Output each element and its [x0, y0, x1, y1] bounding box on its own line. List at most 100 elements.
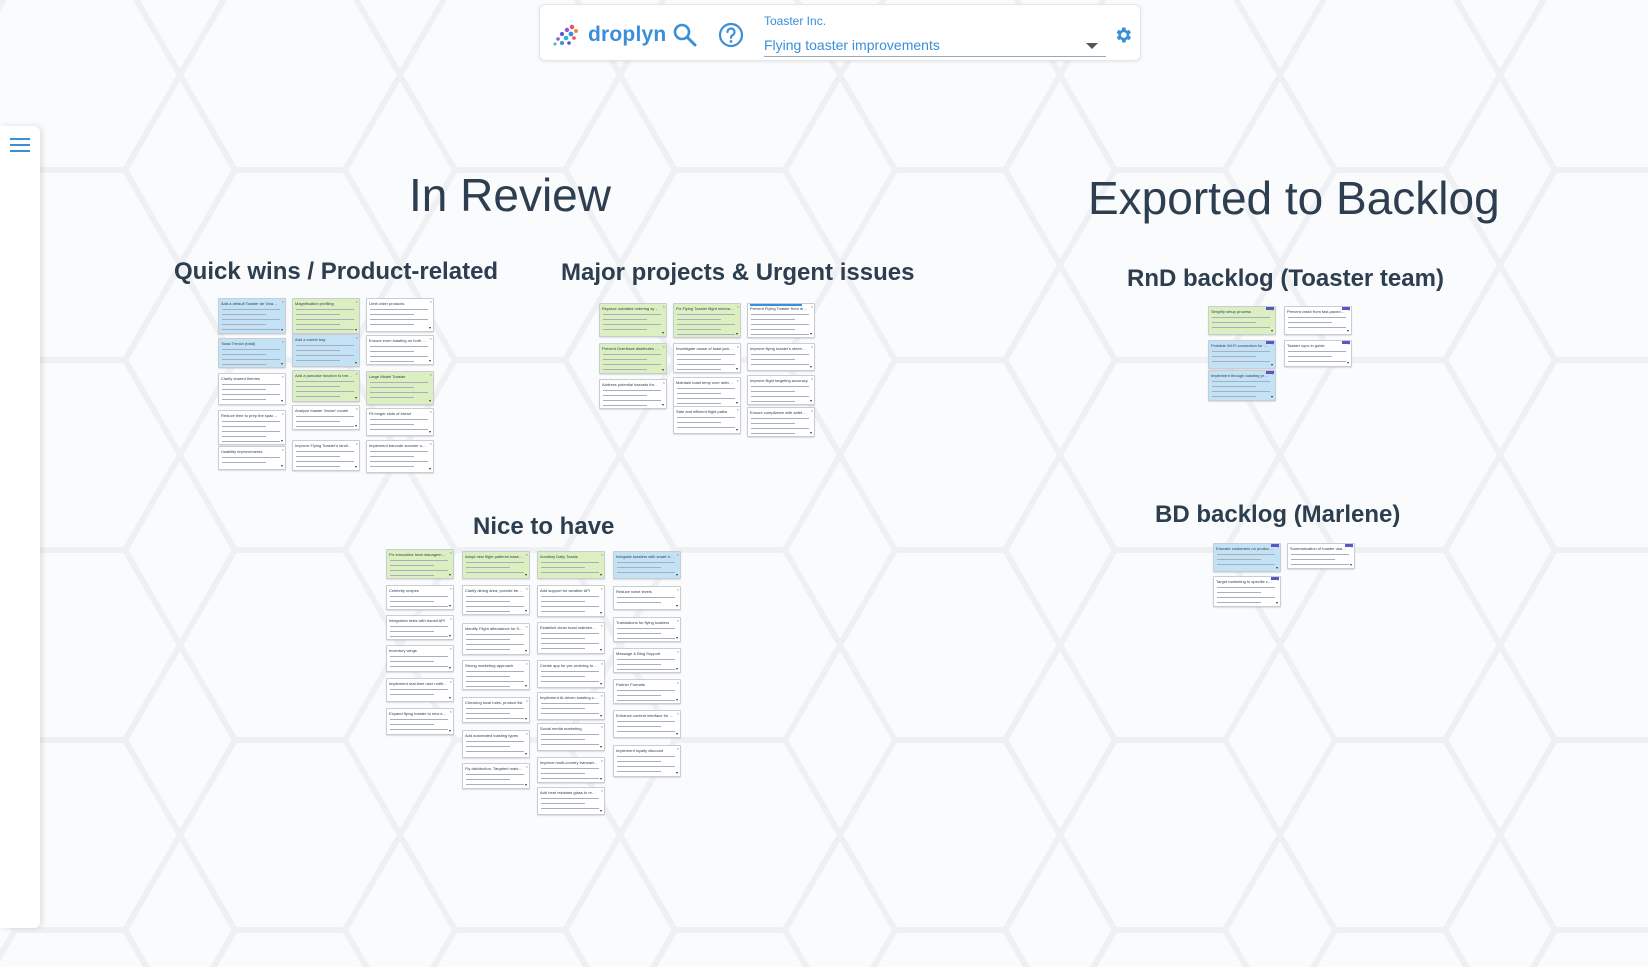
chevron-down-icon[interactable]: ▾ [1271, 363, 1273, 367]
chevron-down-icon[interactable]: ▾ [600, 573, 602, 577]
chevron-down-icon[interactable]: ▾ [525, 649, 527, 653]
idea-card[interactable]: Add automated toasting types × ▾ [462, 730, 530, 758]
chevron-down-icon[interactable]: ▾ [1271, 329, 1273, 333]
close-icon[interactable]: × [1351, 545, 1353, 549]
close-icon[interactable]: × [601, 662, 603, 666]
chevron-down-icon[interactable]: ▾ [355, 361, 357, 365]
close-icon[interactable]: × [430, 300, 432, 304]
chevron-down-icon[interactable]: ▾ [449, 666, 451, 670]
chevron-down-icon[interactable]: ▾ [355, 396, 357, 400]
idea-card[interactable]: Replace outdated ordering system × ▾ [599, 303, 667, 337]
idea-card[interactable]: Create app for pre-ordering toasting × ▾ [537, 660, 605, 688]
chevron-down-icon[interactable]: ▾ [600, 809, 602, 813]
idea-card[interactable]: Simplify setup process × ▾ [1208, 306, 1276, 335]
close-icon[interactable]: × [1272, 372, 1274, 376]
idea-card[interactable]: Summarization of toaster usage assessmen… [1287, 543, 1355, 569]
idea-card[interactable]: Improve Flying Toaster's landing speed a… [292, 440, 360, 471]
close-icon[interactable]: × [677, 650, 679, 654]
chevron-down-icon[interactable]: ▾ [600, 714, 602, 718]
close-icon[interactable]: × [663, 381, 665, 385]
close-icon[interactable]: × [811, 345, 813, 349]
idea-card[interactable]: Prevent Overflows distributes from dropp… [599, 343, 667, 374]
close-icon[interactable]: × [601, 789, 603, 793]
chevron-down-icon[interactable]: ▾ [676, 698, 678, 702]
idea-card[interactable]: Add a crumb tray × ▾ [292, 334, 360, 367]
idea-card[interactable]: Implement real-time user notification × ▾ [386, 678, 454, 702]
close-icon[interactable]: × [601, 759, 603, 763]
close-icon[interactable]: × [1272, 308, 1274, 312]
idea-card[interactable]: Clarify shared themes × ▾ [218, 373, 286, 405]
close-icon[interactable]: × [811, 409, 813, 413]
close-icon[interactable]: × [282, 375, 284, 379]
idea-card[interactable]: Fix Flying Toaster flight mechanism ('wh… [673, 303, 741, 338]
gear-icon[interactable] [1113, 25, 1133, 45]
idea-card[interactable]: Translations for flying toasters × ▾ [613, 617, 681, 642]
idea-card[interactable]: Improve flight targeting accuracy × ▾ [747, 375, 815, 405]
idea-card[interactable]: Toaster sync in guide × ▾ [1284, 340, 1352, 367]
idea-card[interactable]: Large Model Toaster × ▾ [366, 371, 434, 405]
close-icon[interactable]: × [450, 710, 452, 714]
close-icon[interactable]: × [737, 305, 739, 309]
chevron-down-icon[interactable]: ▾ [1276, 566, 1278, 570]
chevron-down-icon[interactable]: ▾ [676, 636, 678, 640]
close-icon[interactable]: × [811, 305, 813, 309]
idea-card[interactable]: Integration tests with transit API × ▾ [386, 615, 454, 640]
idea-card[interactable]: Enhance content interface for crispy res… [613, 710, 681, 738]
chevron-down-icon[interactable]: ▾ [355, 328, 357, 332]
close-icon[interactable]: × [430, 410, 432, 414]
close-icon[interactable]: × [737, 345, 739, 349]
close-icon[interactable]: × [811, 377, 813, 381]
close-icon[interactable]: × [430, 337, 432, 341]
close-icon[interactable]: × [450, 551, 452, 555]
close-icon[interactable]: × [601, 725, 603, 729]
chevron-down-icon[interactable]: ▾ [600, 648, 602, 652]
chevron-down-icon[interactable]: ▾ [449, 634, 451, 638]
chevron-down-icon[interactable]: ▾ [600, 745, 602, 749]
chevron-down-icon[interactable]: ▾ [281, 362, 283, 366]
close-icon[interactable]: × [737, 408, 739, 412]
close-icon[interactable]: × [282, 448, 284, 452]
close-icon[interactable]: × [526, 587, 528, 591]
chevron-down-icon[interactable]: ▾ [429, 467, 431, 471]
project-dropdown[interactable]: Flying toaster improvements [764, 31, 1106, 57]
close-icon[interactable]: × [663, 345, 665, 349]
idea-card[interactable]: Celebrity recipes × ▾ [386, 585, 454, 610]
chevron-down-icon[interactable]: ▾ [281, 328, 283, 332]
help-circle-icon[interactable] [717, 21, 745, 49]
close-icon[interactable]: × [282, 412, 284, 416]
close-icon[interactable]: × [356, 300, 358, 304]
close-icon[interactable]: × [526, 625, 528, 629]
close-icon[interactable]: × [430, 373, 432, 377]
chevron-down-icon[interactable]: ▾ [736, 332, 738, 336]
close-icon[interactable]: × [356, 442, 358, 446]
close-icon[interactable]: × [1272, 342, 1274, 346]
close-icon[interactable]: × [677, 588, 679, 592]
chevron-down-icon[interactable]: ▾ [736, 367, 738, 371]
chevron-down-icon[interactable]: ▾ [525, 752, 527, 756]
idea-card[interactable]: Integrate toasters with smart home ecosy… [613, 551, 681, 579]
chevron-down-icon[interactable]: ▾ [810, 332, 812, 336]
idea-card[interactable]: Fix Innovative heat management to produc… [386, 549, 454, 579]
idea-card[interactable]: Implement through toasting process to ad… [1208, 370, 1276, 401]
idea-card[interactable]: Add heat resistant glass to reduce finge… [537, 787, 605, 815]
idea-card[interactable]: Safe and efficient flight paths × ▾ [673, 406, 741, 434]
close-icon[interactable]: × [356, 372, 358, 376]
chevron-down-icon[interactable]: ▾ [525, 573, 527, 577]
idea-card[interactable]: Maintain toast temp over delivery proces… [673, 377, 741, 407]
chevron-down-icon[interactable]: ▾ [429, 359, 431, 363]
chevron-down-icon[interactable]: ▾ [449, 573, 451, 577]
chevron-down-icon[interactable]: ▾ [676, 732, 678, 736]
chevron-down-icon[interactable]: ▾ [449, 696, 451, 700]
idea-card[interactable]: Checking local rules, product list × ▾ [462, 697, 530, 723]
chevron-down-icon[interactable]: ▾ [676, 771, 678, 775]
chevron-down-icon[interactable]: ▾ [281, 464, 283, 468]
chevron-down-icon[interactable]: ▾ [662, 403, 664, 407]
idea-card[interactable]: Investigate cause of toast jamming × ▾ [673, 343, 741, 373]
idea-card[interactable]: Usability improvements × ▾ [218, 446, 286, 470]
idea-card[interactable]: Reduce noise levels × ▾ [613, 586, 681, 610]
close-icon[interactable]: × [677, 712, 679, 716]
close-icon[interactable]: × [450, 647, 452, 651]
idea-card[interactable]: Fit longer slots of bread × ▾ [366, 408, 434, 436]
idea-card[interactable]: Ensure compliance with safety regulation… [747, 407, 815, 437]
chevron-down-icon[interactable]: ▾ [600, 611, 602, 615]
